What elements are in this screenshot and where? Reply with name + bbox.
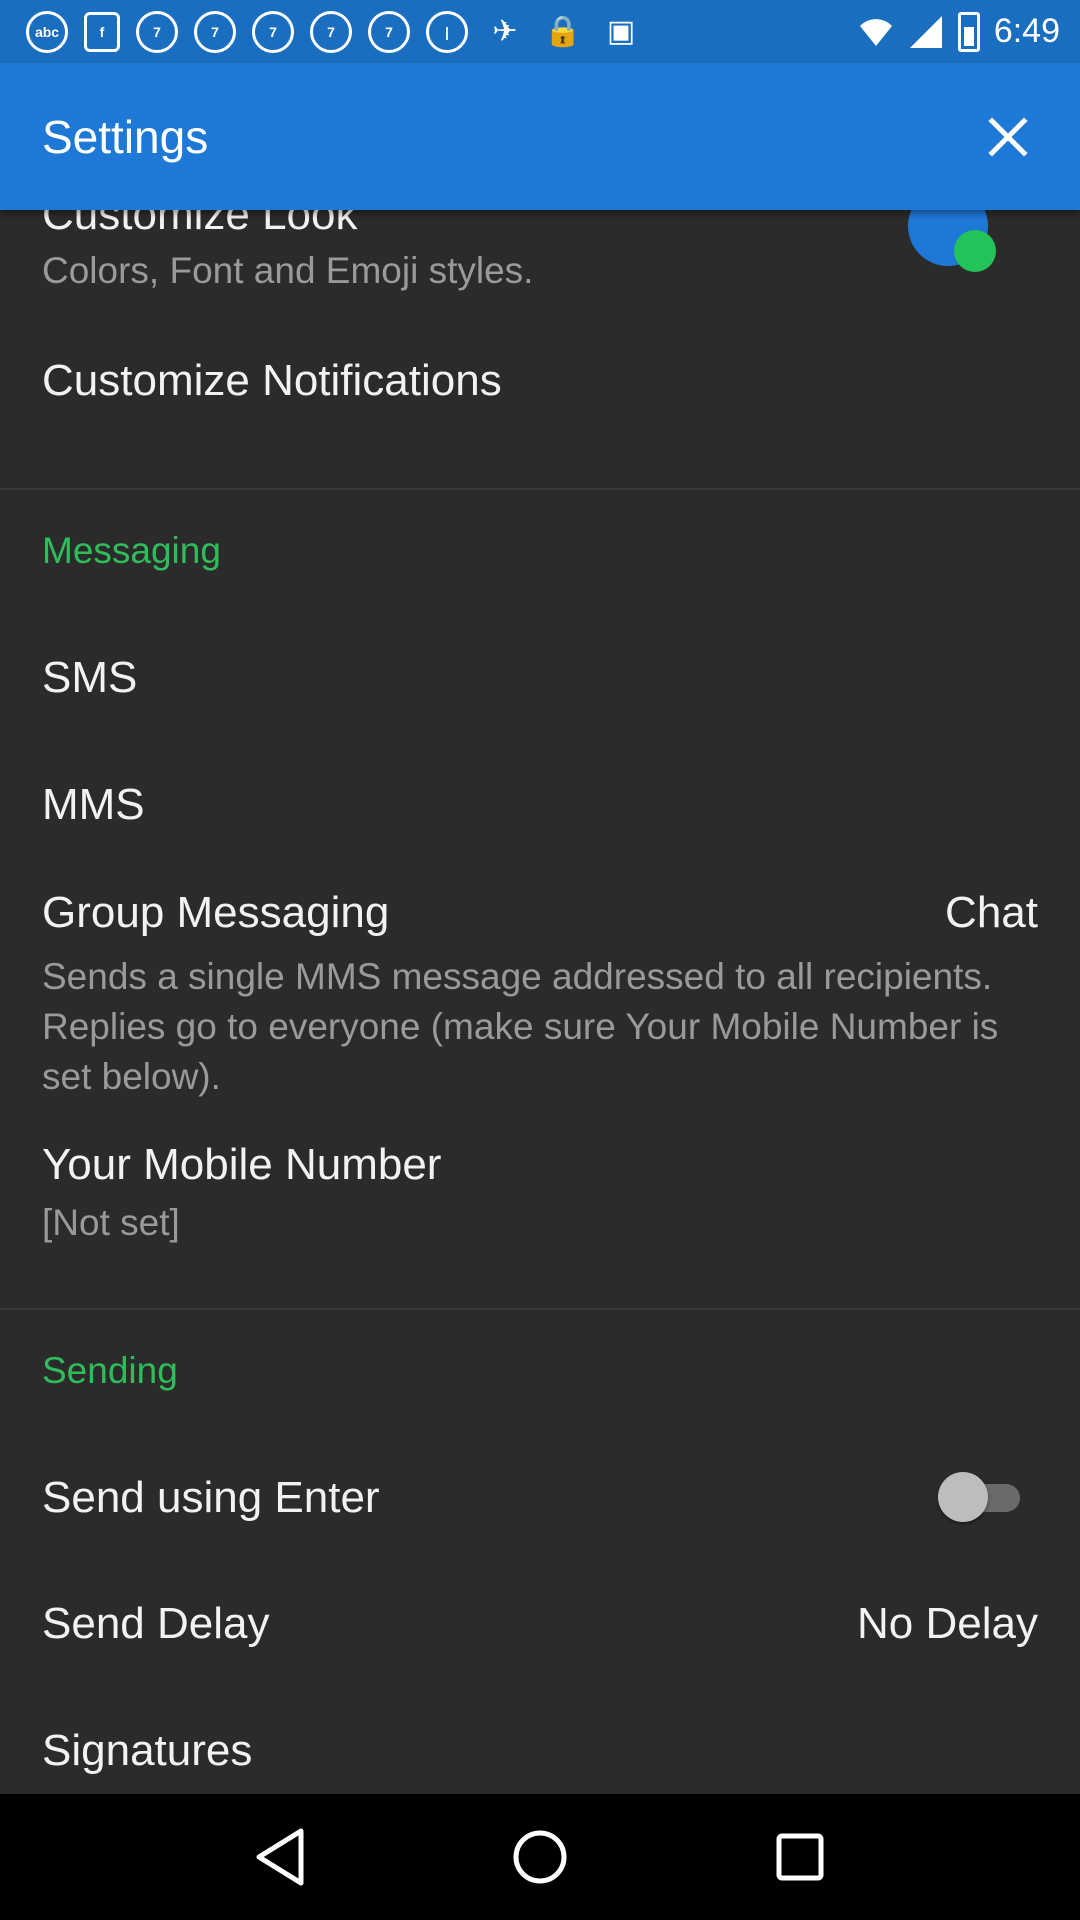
group-messaging-value: Chat xyxy=(945,888,1038,937)
customize-notifications-title: Customize Notifications xyxy=(42,356,502,405)
mobile-number-title: Your Mobile Number xyxy=(42,1140,442,1189)
send-using-enter-title: Send using Enter xyxy=(42,1473,380,1522)
notification-icons: abc f 7 7 7 7 7 | ✈ 🔒 ▣ xyxy=(26,10,858,53)
customize-look-title: Customize Look xyxy=(42,210,358,239)
send-delay-value: No Delay xyxy=(857,1599,1038,1648)
facebook-icon: f xyxy=(84,11,120,52)
mms-item[interactable]: MMS xyxy=(42,780,1038,830)
send-delay-item[interactable]: Send Delay No Delay xyxy=(42,1599,1038,1649)
battery-icon xyxy=(957,11,980,52)
sms-item[interactable]: SMS xyxy=(42,653,1038,703)
customize-notifications-item[interactable]: Customize Notifications xyxy=(42,356,1038,406)
close-button[interactable] xyxy=(978,107,1038,167)
abc7-icon: 7 xyxy=(252,10,294,53)
group-messaging-title: Group Messaging xyxy=(42,888,390,937)
page-title: Settings xyxy=(42,110,209,163)
mobile-number-item[interactable]: Your Mobile Number [Not set] xyxy=(42,1140,1038,1248)
mms-title: MMS xyxy=(42,780,145,829)
signatures-title: Signatures xyxy=(42,1726,253,1775)
customize-look-item[interactable]: Customize Look Colors, Font and Emoji st… xyxy=(42,210,1038,300)
group-messaging-item[interactable]: Group Messaging Chat Sends a single MMS … xyxy=(42,888,1038,1102)
circle-icon: | xyxy=(426,10,468,53)
system-status: 6:49 xyxy=(858,11,1060,52)
accent-color-icon xyxy=(954,230,996,272)
back-triangle-icon xyxy=(256,1828,304,1886)
home-button[interactable] xyxy=(495,1812,585,1902)
abc7-icon: 7 xyxy=(368,10,410,53)
clock: 6:49 xyxy=(993,12,1060,50)
app-bar: Settings xyxy=(0,63,1080,210)
sms-title: SMS xyxy=(42,653,138,702)
lock-icon: 🔒 xyxy=(544,15,582,48)
section-header-sending: Sending xyxy=(42,1350,178,1391)
group-messaging-description: Sends a single MMS message addressed to … xyxy=(42,956,999,1097)
customize-look-subtitle: Colors, Font and Emoji styles. xyxy=(42,250,534,291)
divider xyxy=(0,1308,1080,1310)
wifi-icon xyxy=(859,18,892,46)
abc7-icon: 7 xyxy=(136,10,178,53)
status-bar: abc f 7 7 7 7 7 | ✈ 🔒 ▣ 6:49 xyxy=(0,0,1080,63)
abc7-icon: 7 xyxy=(194,10,236,53)
toggle-thumb xyxy=(938,1472,988,1522)
signatures-item[interactable]: Signatures xyxy=(42,1726,1038,1776)
android-icon: ▣ xyxy=(606,15,636,48)
signal-icon xyxy=(909,15,942,48)
recents-square-icon xyxy=(776,1833,824,1881)
navigation-bar xyxy=(0,1794,1080,1920)
abc7-icon: 7 xyxy=(310,10,352,53)
back-button[interactable] xyxy=(235,1812,325,1902)
fake-gps-icon: ✈ xyxy=(492,15,518,48)
close-icon xyxy=(988,116,1028,157)
section-header-messaging: Messaging xyxy=(42,530,221,571)
settings-list[interactable]: Customize Look Colors, Font and Emoji st… xyxy=(0,210,1080,1794)
home-circle-icon xyxy=(513,1830,567,1884)
recents-button[interactable] xyxy=(755,1812,845,1902)
mobile-number-value: [Not set] xyxy=(42,1202,180,1243)
send-using-enter-toggle[interactable] xyxy=(938,1472,1028,1522)
divider xyxy=(0,488,1080,490)
abc-news-icon: abc xyxy=(26,10,68,53)
send-using-enter-item[interactable]: Send using Enter xyxy=(42,1473,1038,1523)
